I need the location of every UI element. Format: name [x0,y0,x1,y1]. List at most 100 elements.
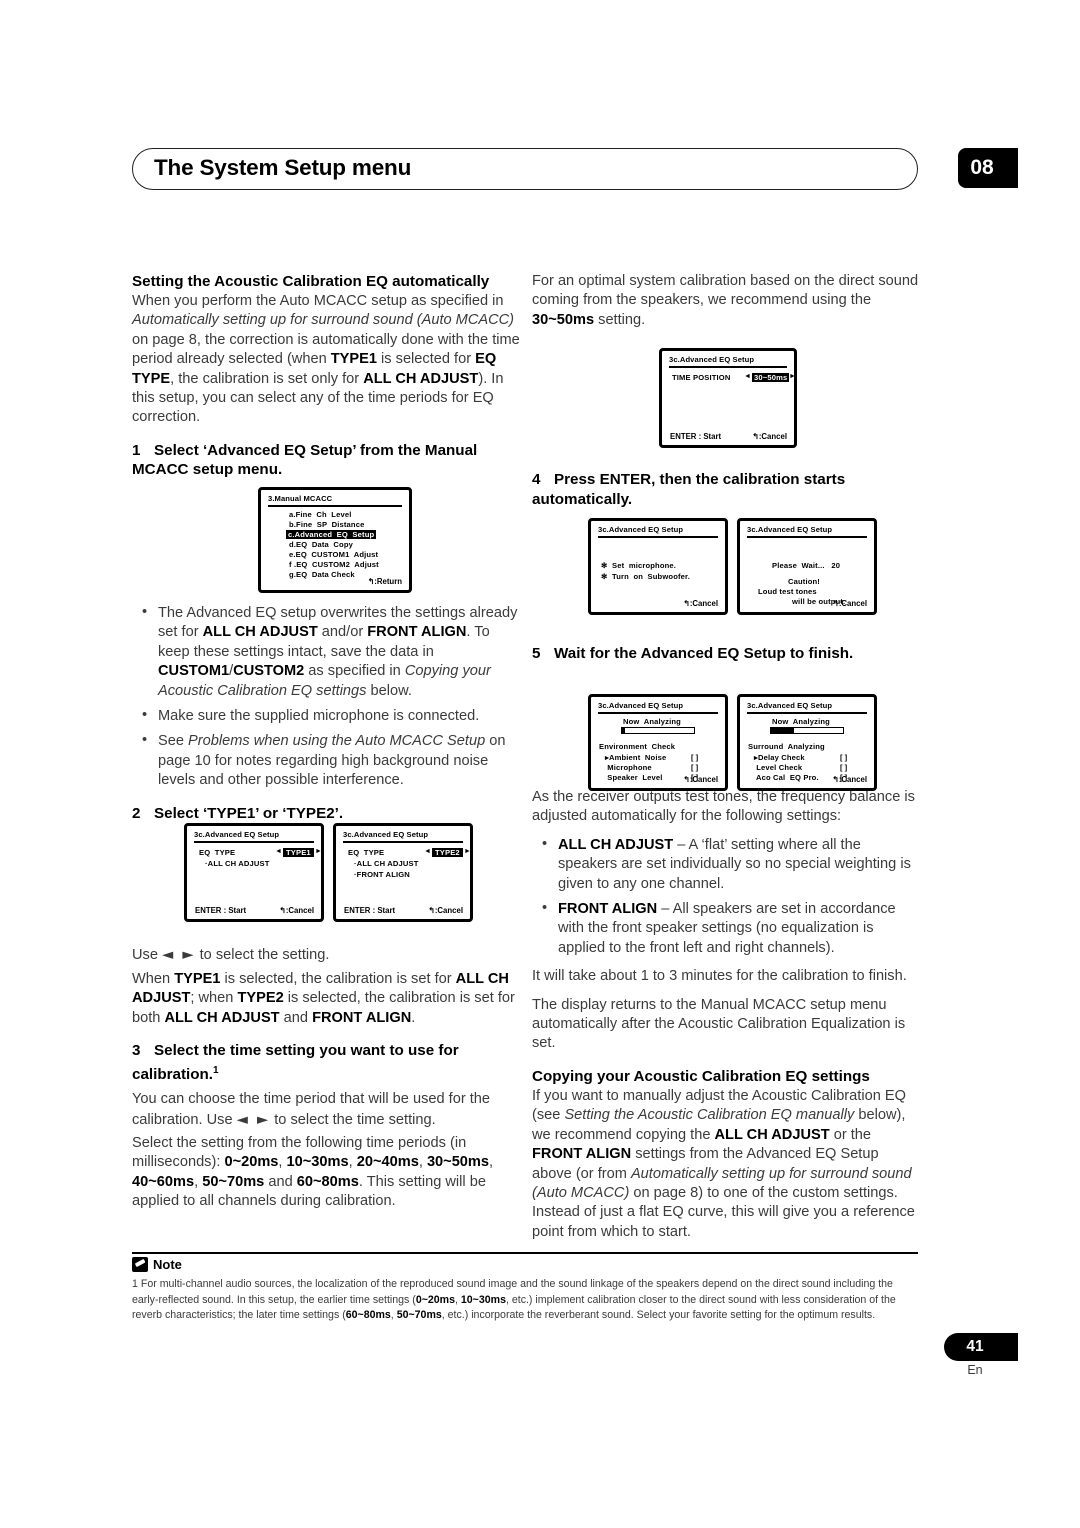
time-period-1: 10~30ms [286,1154,349,1171]
right-arrow-icon[interactable]: ► [789,373,796,380]
lcd-menu-item[interactable]: a.Fine Ch Level [289,510,351,519]
lcd-eq-type2: 3c.Advanced EQ Setup EQ TYPE ◄ TYPE2 ► ·… [333,823,473,922]
type-expl-bold-allch-2: ALL CH ADJUST [164,1009,280,1026]
time-period-0: 0~20ms [224,1154,279,1171]
lcd-menu-item[interactable]: d.EQ Data Copy [289,540,353,549]
use-arrows-1-pre: Use [132,947,163,964]
right-arrow-icon[interactable]: ► [315,848,322,855]
lcd-check-bracket: [ ] [691,763,699,772]
bullet1-bold-front: FRONT ALIGN [367,624,467,641]
use-arrows-1-post: to select the setting. [195,947,330,964]
lcd-label-eq-type: EQ TYPE [348,848,385,857]
step-2-number: 2 [132,804,141,822]
lcd-caution-line-1: Loud test tones [758,587,817,596]
lcd-footer-cancel: ↰:Cancel [683,599,718,608]
step-2-text: Select ‘TYPE1’ or ‘TYPE2’. [154,804,344,822]
lcd-title: 3c.Advanced EQ Setup [598,701,684,710]
copy-bold-allch: ALL CH ADJUST [714,1126,830,1143]
return-paragraph: The display returns to the Manual MCACC … [532,996,906,1052]
time-period-4: 40~60ms [132,1173,195,1190]
lcd-check-bracket: [ ] [840,763,848,772]
lcd-divider [268,505,402,507]
lcd-divider [747,712,867,714]
lcd-title: 3c.Advanced EQ Setup [747,525,833,534]
lcd-divider [747,536,867,538]
chapter-badge: 08 [958,148,1018,188]
type-expl-bold-type1: TYPE1 [174,970,221,987]
step-5-text: Wait for the Advanced EQ Setup to finish… [554,645,854,663]
use-arrows-1: Use ◄ ► to select the setting. [132,945,520,965]
lcd-now-analyzing: Now Analyzing [772,717,830,726]
lcd-menu-item[interactable]: e.EQ CUSTOM1 Adjust [289,550,378,559]
step-4: 4 Press ENTER, then the calibration start… [532,470,920,509]
page-title: The System Setup menu [154,155,412,180]
bullet1-text-f: below. [366,682,412,699]
lcd-footer-return: ↰:Return [367,577,402,586]
lcd-value-time-position[interactable]: 30~50ms [752,372,790,382]
lcd-title: 3c.Advanced EQ Setup [194,830,280,839]
lcd-menu-item-selected[interactable]: c.Advanced EQ Setup [286,530,377,539]
footnote-marker: 1 [132,1278,138,1290]
intro-text-3: is selected for [377,351,476,368]
lcd-divider [343,841,463,843]
lcd-value-eq-type[interactable]: TYPE2 [432,847,463,857]
lcd-label-eq-type: EQ TYPE [199,848,236,857]
lcd-title: 3c.Advanced EQ Setup [598,525,684,534]
type-expl-c: ; when [190,990,238,1007]
step-4-number: 4 [532,471,541,489]
section-heading-auto-eq: Setting the Acoustic Calibration EQ auto… [132,273,490,290]
copy-bold-front: FRONT ALIGN [532,1146,632,1163]
lcd-label-time-position: TIME POSITION [672,373,731,382]
bullet1-text-b: and/or [317,624,368,641]
step-4-text: Press ENTER, then the calibration starts… [532,471,846,508]
footnote-divider [132,1252,918,1254]
time-period-2: 20~40ms [356,1154,419,1171]
left-arrow-icon[interactable]: ◄ [744,373,751,380]
lcd-divider [598,712,718,714]
type-expl-b: is selected, the calibration is set for [220,970,456,987]
left-arrow-icon[interactable]: ◄ [275,848,282,855]
lcd-check-row: Microphone [605,763,652,772]
progress-bar [621,727,695,734]
test-tones-paragraph: As the receiver outputs test tones, the … [532,789,915,825]
list-item: FRONT ALIGN – All speakers are set in ac… [542,899,920,958]
lcd-please-wait: 3c.Advanced EQ Setup Please Wait... 20 C… [737,518,877,615]
note-header: Note [132,1257,182,1272]
bullet1-text-e: as specified in [304,663,405,680]
lcd-footer-cancel: ↰:Cancel [832,599,867,608]
type-expl-f: . [411,1009,416,1026]
lcd-group-label: Surround Analyzing [748,742,825,751]
time-period-3: 30~50ms [426,1154,490,1171]
lcd-footer-cancel: ↰:Cancel [832,775,867,784]
lcd-menu-item[interactable]: b.Fine SP Distance [289,520,364,529]
lcd-menu-item[interactable]: f .EQ CUSTOM2 Adjust [289,560,379,569]
lcd-value-eq-type[interactable]: TYPE1 [283,847,314,857]
lcd-environment-check: 3c.Advanced EQ Setup Now Analyzing Envir… [588,694,728,791]
step-3: 3 Select the time setting you want to use… [132,1041,520,1084]
bullet-bold-front: FRONT ALIGN [558,901,658,918]
note-label: Note [153,1257,182,1272]
intro-paragraph: When you perform the Auto MCACC setup as… [132,292,520,428]
left-arrow-icon[interactable]: ◄ [424,848,431,855]
lcd-footer-enter: ENTER : Start [344,906,396,915]
left-bullet-list: The Advanced EQ setup overwrites the set… [132,603,520,791]
lcd-now-analyzing: Now Analyzing [623,717,681,726]
lcd-caution-title: Caution! [788,577,820,586]
lcd-menu-item[interactable]: g.EQ Data Check [289,570,355,579]
step-1-number: 1 [132,441,141,459]
page-number: 41 [966,1338,984,1355]
type-expl-bold-front: FRONT ALIGN [312,1009,412,1026]
right-arrow-icon[interactable]: ► [464,848,471,855]
intro-text-1: When you perform the Auto MCACC setup as… [132,293,504,309]
footnote-bold-60-80: 60~80ms [345,1309,391,1322]
list-item: See Problems when using the Auto MCACC S… [142,731,520,790]
list-item: The Advanced EQ setup overwrites the set… [142,603,520,701]
list-item: ALL CH ADJUST – A ‘flat’ setting where a… [542,835,920,894]
document-page: The System Setup menu 08 Setting the Aco… [0,0,1080,1528]
step-5-number: 5 [532,645,541,663]
right-intro: For an optimal system calibration based … [532,272,920,330]
lcd-divider [669,366,787,368]
lcd-subitem: ·ALL CH ADJUST [205,859,270,868]
lcd-footer-cancel: ↰:Cancel [279,906,314,915]
lcd-time-position: 3c.Advanced EQ Setup TIME POSITION ◄ 30~… [659,348,797,448]
